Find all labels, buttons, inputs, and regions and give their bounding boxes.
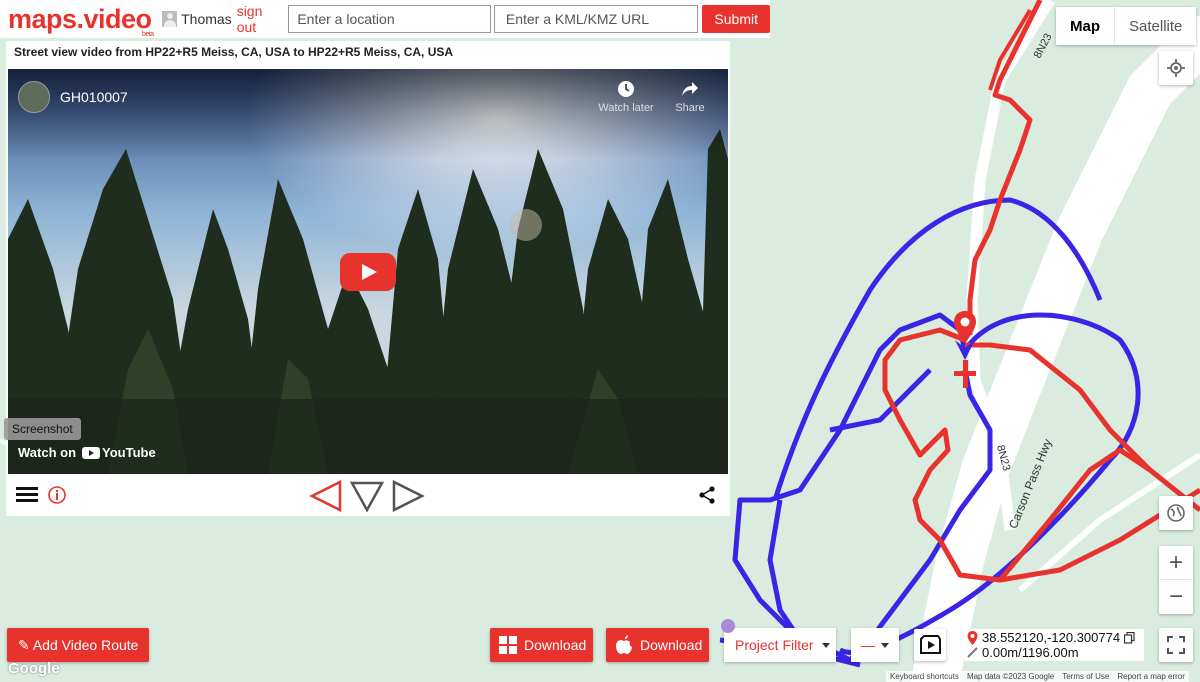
menu-icon[interactable] [16, 486, 40, 504]
logo[interactable]: maps.video beta [8, 3, 154, 38]
youtube-wordmark: YouTube [102, 445, 156, 460]
signout-link[interactable]: sign out [237, 3, 285, 35]
project-filter-handle-icon [721, 619, 735, 633]
distance-value: 0.00m/1196.00m [982, 645, 1079, 660]
video-title[interactable]: GH010007 [60, 89, 128, 105]
zoom-control: + − [1159, 546, 1193, 614]
crosshair-icon [1167, 59, 1185, 77]
map-type-control: Map Satellite [1056, 7, 1197, 45]
line-style-label: — [861, 637, 875, 653]
info-icon[interactable] [47, 485, 67, 505]
watch-later-button[interactable]: Watch later [593, 79, 659, 114]
download-mac-button[interactable]: Download [606, 628, 709, 662]
user-avatar-icon [161, 11, 178, 27]
watch-later-label: Watch later [598, 102, 654, 114]
map-pin-icon [967, 630, 978, 645]
copy-icon[interactable] [1124, 631, 1135, 644]
video-mode-button[interactable] [914, 629, 946, 661]
down-arrow-icon[interactable] [350, 480, 384, 512]
youtube-logo: YouTube [82, 445, 156, 460]
apple-icon [616, 635, 632, 654]
fullscreen-button[interactable] [1159, 628, 1193, 662]
watch-on-youtube-link[interactable]: Watch on YouTube [18, 445, 156, 460]
screenshot-tooltip[interactable]: Screenshot [4, 418, 81, 440]
map-type-map-button[interactable]: Map [1056, 7, 1114, 45]
share-nodes-icon[interactable] [698, 486, 716, 504]
map-data-label: Map data ©2023 Google [966, 672, 1055, 681]
distance-row: 0.00m/1196.00m [967, 645, 1139, 660]
share-arrow-icon [682, 82, 698, 96]
logo-text: maps.video [8, 3, 152, 34]
watch-on-label: Watch on [18, 445, 77, 460]
previous-arrow-icon[interactable] [308, 480, 344, 512]
windows-icon [499, 636, 517, 654]
report-error-link[interactable]: Report a map error [1117, 672, 1185, 681]
next-arrow-icon[interactable] [390, 480, 426, 512]
latlng-value: 38.552120,-120.300774 [982, 630, 1121, 645]
youtube-play-icon [82, 446, 101, 459]
coordinates-row: 38.552120,-120.300774 [967, 630, 1139, 645]
caret-down-icon [821, 642, 830, 648]
zoom-in-button[interactable]: + [1159, 546, 1193, 580]
ruler-icon [967, 647, 978, 658]
line-style-dropdown[interactable]: — [851, 628, 899, 662]
username: Thomas [181, 11, 232, 27]
coordinates-panel: 38.552120,-120.300774 0.00m/1196.00m [962, 629, 1144, 661]
map-type-satellite-button[interactable]: Satellite [1114, 7, 1196, 45]
globe-icon [1167, 504, 1185, 522]
current-position-marker-icon [954, 340, 976, 388]
youtube-player[interactable]: GH010007 Watch later Share Watch on YouT… [8, 69, 728, 474]
clock-icon [618, 81, 634, 97]
project-filter-label: Project Filter [735, 637, 814, 653]
video-play-icon [920, 635, 941, 654]
globe-button[interactable] [1159, 496, 1193, 530]
video-panel: Street view video from HP22+R5 Meiss, CA… [4, 41, 730, 516]
keyboard-shortcuts-link[interactable]: Keyboard shortcuts [890, 672, 959, 681]
google-logo: Google [8, 660, 60, 677]
caret-down-icon [881, 642, 889, 648]
zoom-out-button[interactable]: − [1159, 580, 1193, 614]
share-label: Share [675, 102, 705, 114]
fullscreen-icon [1167, 636, 1185, 654]
my-location-button[interactable] [1159, 51, 1193, 85]
download-windows-button[interactable]: Download [490, 628, 593, 662]
channel-avatar[interactable] [18, 81, 50, 113]
download-windows-label: Download [524, 637, 587, 653]
download-mac-label: Download [640, 637, 703, 653]
add-video-route-button[interactable]: ✎ Add Video Route [7, 628, 150, 662]
video-controls [6, 476, 730, 516]
submit-button[interactable]: Submit [702, 5, 770, 33]
share-button[interactable]: Share [668, 79, 712, 114]
location-input[interactable]: Enter a location [288, 5, 491, 33]
map-attribution: Keyboard shortcuts Map data ©2023 Google… [886, 671, 1189, 682]
terms-link[interactable]: Terms of Use [1062, 672, 1109, 681]
beta-badge: beta [141, 30, 154, 38]
top-bar: maps.video beta Thomas sign out Enter a … [0, 0, 770, 38]
video-route-title: Street view video from HP22+R5 Meiss, CA… [14, 45, 454, 59]
project-filter-dropdown[interactable]: Project Filter [724, 628, 836, 662]
kml-url-input[interactable]: Enter a KML/KMZ URL [493, 5, 699, 33]
play-button[interactable] [340, 253, 396, 291]
